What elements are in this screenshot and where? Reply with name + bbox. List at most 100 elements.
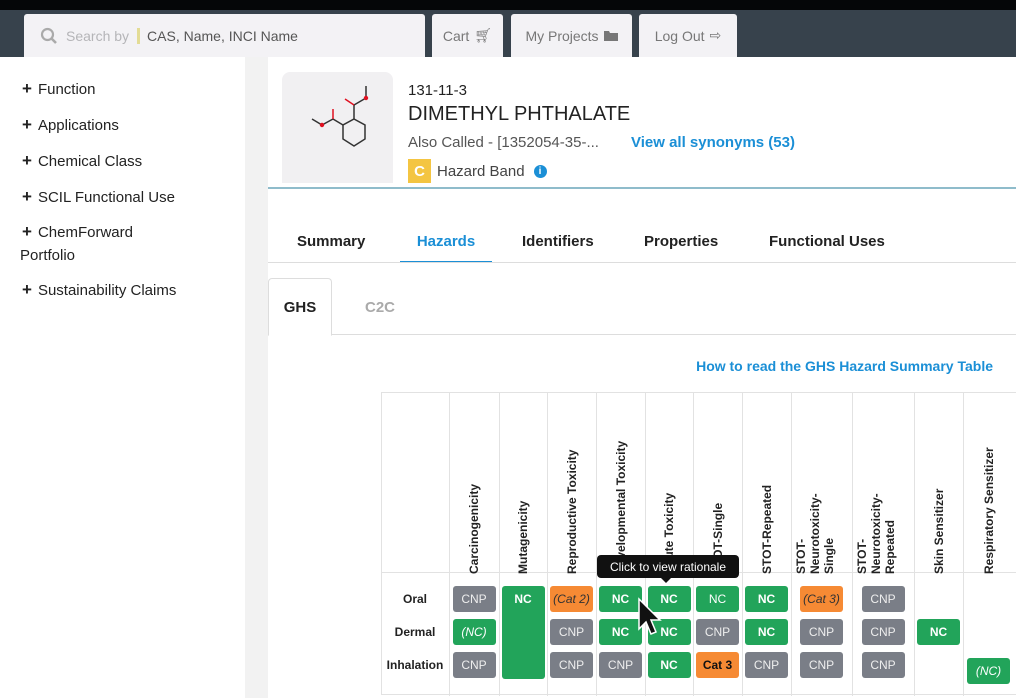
search-input[interactable]: Search by CAS, Name, INCI Name (24, 14, 425, 57)
plus-icon: + (22, 79, 32, 98)
column-divider (693, 393, 694, 696)
search-placeholder: Search by (66, 27, 141, 44)
mouse-cursor-icon (638, 597, 662, 635)
sidebar-item-label: SCIL Functional Use (37, 189, 175, 206)
cas-number: 131-11-3 (408, 82, 467, 99)
also-called: Also Called - [1352054-35-... (408, 134, 599, 151)
hazard-cell-oral[interactable]: NC (599, 586, 642, 612)
folder-icon (603, 31, 618, 41)
cart-label: Cart (442, 27, 470, 44)
header-divider (268, 187, 1016, 189)
sidebar-item-sustainability-claims[interactable]: + Sustainability Claims (22, 278, 176, 302)
column-divider (596, 393, 597, 696)
column-header: STOT-Repeated (759, 484, 774, 574)
hazard-cell-oral[interactable]: (Cat 3) (800, 586, 843, 612)
hazard-cell-inhalation[interactable]: CNP (452, 652, 496, 678)
hazard-cell-inhalation[interactable]: Cat 3 (696, 652, 739, 678)
window-top-bar (0, 0, 1016, 10)
sidebar-item-scil-functional-use[interactable]: + SCIL Functional Use (22, 185, 175, 209)
hazard-cell-inhalation[interactable]: (NC) (967, 658, 1010, 684)
hazard-cell-dermal[interactable]: CNP (550, 619, 593, 645)
hazard-cell-dermal[interactable]: NC (745, 619, 788, 645)
column-header: Reproductive Toxicity (564, 449, 579, 574)
cart-icon: 🛒︎ (474, 27, 493, 43)
sidebar-item-label: Chemical Class (37, 153, 143, 170)
row-label-inhalation: Inhalation (386, 658, 444, 672)
plus-icon: + (22, 115, 32, 134)
column-header: STOT- Neurotoxicity- Repeated (855, 493, 897, 574)
column-divider (449, 393, 450, 696)
dimethyl-phthalate-structure (311, 86, 369, 147)
sidebar-item-chemical-class[interactable]: + Chemical Class (22, 149, 142, 173)
molecule-structure-image (282, 72, 393, 183)
my-projects-button[interactable]: My Projects (511, 14, 632, 57)
tab-summary[interactable]: Summary (297, 233, 365, 250)
hazard-subtabs: GHS C2C (268, 278, 1016, 336)
ghs-howto-link[interactable]: How to read the GHS Hazard Summary Table (696, 358, 993, 374)
row-label-oral: Oral (402, 592, 427, 606)
hazard-cell-dermal[interactable]: (NC) (452, 619, 496, 645)
column-header: Carcinogenicity (467, 483, 481, 574)
cart-button[interactable]: Cart 🛒︎ (432, 14, 503, 57)
hazard-cell-oral[interactable]: NC (696, 586, 739, 612)
log-out-label: Log Out (654, 27, 705, 44)
tabs-divider (268, 262, 1016, 263)
column-divider (547, 393, 548, 696)
column-header: Respiratory Sensitizer (981, 447, 996, 574)
subtab-c2c[interactable]: C2C (348, 278, 412, 336)
chemical-name: DIMETHYL PHTHALATE (408, 103, 631, 125)
hazard-band-badge: C (408, 159, 431, 183)
sidebar-item-label: ChemForward Portfolio (20, 224, 133, 264)
column-divider (645, 393, 646, 696)
column-header: Mutagenicity (516, 500, 530, 574)
view-synonyms-link[interactable]: View all synonyms (53) (631, 134, 795, 151)
sidebar-item-chemforward-portfolio[interactable]: + ChemForward Portfolio (20, 220, 160, 267)
my-projects-label: My Projects (525, 27, 599, 44)
hazard-cell-inhalation[interactable]: NC (647, 652, 691, 678)
column-divider (791, 393, 792, 696)
rationale-tooltip: Click to view rationale (597, 555, 739, 583)
plus-icon: + (22, 151, 32, 170)
sign-out-icon: ⇨ (709, 27, 722, 43)
hazard-cell-dermal[interactable]: CNP (800, 619, 843, 645)
ghs-hazard-table: Oral Dermal Inhalation Carcinogenicity CNP (N… (381, 392, 1016, 696)
hazard-cell-oral[interactable]: (Cat 2) (550, 586, 593, 612)
search-icon (40, 27, 57, 44)
tab-identifiers[interactable]: Identifiers (522, 233, 594, 250)
hazard-cell-oral[interactable]: CNP (452, 586, 496, 612)
hazard-cell-inhalation[interactable]: CNP (599, 652, 642, 678)
subtab-ghs[interactable]: GHS (268, 278, 332, 336)
plus-icon: + (22, 280, 32, 299)
tab-functional-uses[interactable]: Functional Uses (769, 233, 885, 250)
column-divider (499, 393, 500, 696)
column-divider (914, 393, 915, 696)
search-scope: CAS, Name, INCI Name (147, 27, 298, 44)
hazard-cell-oral[interactable]: NC (745, 586, 788, 612)
hazard-cell-dermal[interactable]: NC (917, 619, 960, 645)
hazard-band-label: Hazard Band (437, 162, 525, 180)
sidebar-item-applications[interactable]: + Applications (22, 113, 119, 137)
column-divider (963, 393, 964, 696)
plus-icon: + (22, 187, 32, 206)
hazard-cell-inhalation[interactable]: CNP (745, 652, 788, 678)
hazard-cell-dermal[interactable]: CNP (696, 619, 739, 645)
hazard-cell-oral[interactable]: CNP (861, 586, 905, 612)
sidebar-item-function[interactable]: + Function (22, 77, 95, 101)
row-label-dermal: Dermal (394, 625, 436, 639)
column-divider (852, 393, 853, 696)
tab-properties[interactable]: Properties (644, 233, 718, 250)
hazard-band: C Hazard Band i (408, 159, 547, 183)
hazard-cell-dermal[interactable]: CNP (861, 619, 905, 645)
column-header: STOT- Neurotoxicity- Single (793, 493, 836, 574)
hazard-cell-inhalation[interactable]: CNP (800, 652, 843, 678)
sidebar-item-label: Function (37, 81, 96, 98)
log-out-button[interactable]: Log Out ⇨ (639, 14, 737, 57)
column-header: Skin Sensitizer (931, 488, 946, 574)
info-icon[interactable]: i (533, 164, 547, 178)
hazard-cell-oral[interactable]: NC (501, 586, 545, 679)
tab-hazards[interactable]: Hazards (400, 233, 492, 263)
hazard-cell-inhalation[interactable]: CNP (861, 652, 905, 678)
hazard-cell-dermal[interactable]: NC (599, 619, 642, 645)
sidebar-item-label: Applications (37, 117, 119, 134)
hazard-cell-inhalation[interactable]: CNP (550, 652, 593, 678)
